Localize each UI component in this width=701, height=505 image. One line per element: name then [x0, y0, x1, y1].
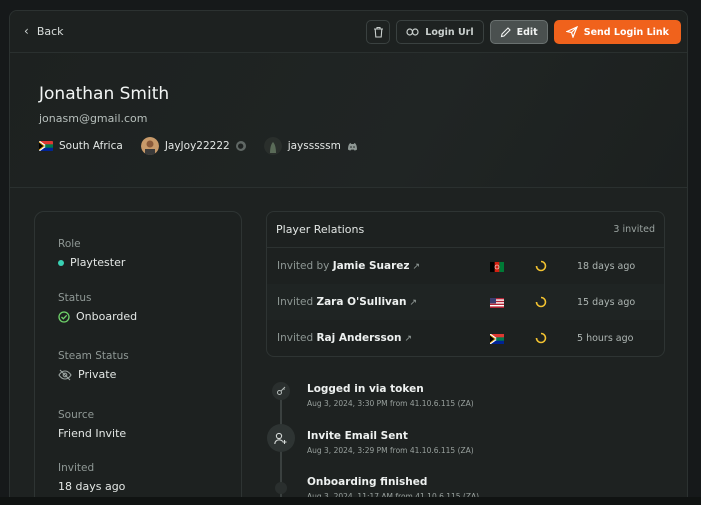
invited-value: 18 days ago — [58, 480, 126, 493]
steam-name: JayJoy22222 — [164, 140, 230, 152]
loading-spinner-icon — [535, 296, 547, 308]
back-label: Back — [36, 24, 64, 38]
role-field: Role Playtester — [58, 238, 125, 269]
relation-text: Invited Zara O'Sullivan ↗ — [277, 296, 417, 308]
source-field: Source Friend Invite — [58, 409, 126, 440]
south-africa-flag-icon — [39, 141, 53, 151]
user-plus-icon — [274, 432, 287, 444]
loading-spinner-icon — [535, 332, 547, 344]
send-login-link-button[interactable]: Send Login Link — [553, 20, 681, 44]
player-name: Jonathan Smith — [39, 84, 170, 104]
relations-count: 3 invited — [613, 224, 655, 235]
timeline-subtitle: Aug 3, 2024, 3:30 PM from 41.10.6.115 (Z… — [307, 399, 474, 408]
relation-row[interactable]: Invited Zara O'Sullivan ↗ 15 days ago — [267, 284, 664, 320]
discord-avatar — [263, 137, 282, 155]
country-name: South Africa — [59, 140, 123, 152]
bottom-edge — [0, 497, 701, 505]
invited-label: Invited — [58, 462, 95, 474]
profile-meta: South Africa JayJoy22222 ● jaysssssm — [39, 137, 376, 155]
trash-icon — [373, 26, 383, 38]
check-circle-icon — [58, 310, 70, 323]
discord-account[interactable]: jaysssssm — [263, 137, 358, 155]
back-button[interactable]: ‹ Back — [24, 24, 64, 38]
invited-field: Invited 18 days ago — [58, 462, 125, 493]
timeline-title: Invite Email Sent — [307, 430, 408, 442]
player-relations-card: Player Relations 3 invited Invited by Ja… — [266, 211, 665, 357]
relation-text: Invited by Jamie Suarez ↗ — [277, 260, 420, 272]
timeline-title: Logged in via token — [307, 383, 424, 395]
relation-time: 5 hours ago — [577, 333, 634, 344]
send-icon — [565, 26, 578, 38]
role-dot-icon — [58, 259, 64, 266]
relation-text: Invited Raj Andersson ↗ — [277, 332, 412, 344]
relation-prefix: Invited — [277, 296, 314, 308]
external-link-icon: ↗ — [404, 334, 413, 344]
relation-time: 15 days ago — [577, 297, 636, 308]
status-field: Status Onboarded — [58, 292, 137, 323]
discord-name: jaysssssm — [287, 140, 341, 152]
steam-status-value-row: Private — [58, 368, 129, 381]
relations-header: Player Relations 3 invited — [267, 212, 664, 248]
relation-row[interactable]: Invited Raj Andersson ↗ 5 hours ago — [267, 320, 664, 356]
relation-player-link[interactable]: Zara O'Sullivan — [316, 296, 406, 308]
login-url-label: Login Url — [425, 26, 474, 38]
relation-player-link[interactable]: Raj Andersson — [316, 332, 401, 344]
external-link-icon: ↗ — [409, 298, 418, 308]
eye-off-icon — [58, 369, 72, 380]
status-label: Status — [58, 292, 92, 304]
discord-icon — [347, 142, 357, 150]
profile-header: Jonathan Smith jonasm@gmail.com South Af… — [10, 53, 687, 188]
role-value-row: Playtester — [58, 256, 125, 269]
chevron-left-icon: ‹ — [24, 24, 29, 38]
source-value: Friend Invite — [58, 427, 127, 440]
relation-prefix: Invited — [277, 332, 314, 344]
steam-account[interactable]: JayJoy22222 ● — [140, 137, 246, 155]
steam-status-field: Steam Status Private — [58, 350, 129, 381]
loading-spinner-icon — [535, 260, 547, 272]
status-value: Onboarded — [76, 310, 138, 323]
status-value-row: Onboarded — [58, 310, 137, 323]
login-url-button[interactable]: Login Url — [396, 20, 484, 44]
south-africa-flag-icon — [490, 334, 504, 344]
relations-title: Player Relations — [276, 223, 365, 236]
relation-time: 18 days ago — [577, 261, 636, 272]
external-link-icon: ↗ — [412, 262, 421, 272]
pencil-icon — [500, 26, 511, 37]
activity-timeline: Logged in via token Aug 3, 2024, 3:30 PM… — [266, 377, 665, 504]
delete-button[interactable] — [366, 20, 391, 44]
edit-button[interactable]: Edit — [489, 20, 548, 44]
player-email: jonasm@gmail.com — [39, 112, 148, 125]
link-icon — [406, 28, 419, 36]
steam-status-label: Steam Status — [58, 350, 129, 362]
relations-list: Invited by Jamie Suarez ↗ 18 days ago Inv… — [267, 248, 664, 356]
timeline-node — [272, 382, 290, 400]
country: South Africa — [39, 140, 123, 152]
timeline-title: Onboarding finished — [307, 476, 428, 488]
source-label: Source — [58, 409, 95, 421]
player-details-card: Role Playtester Status Onboarded Steam S… — [34, 211, 242, 504]
role-label: Role — [58, 238, 81, 250]
send-login-link-label: Send Login Link — [583, 26, 669, 38]
steam-avatar — [140, 137, 159, 155]
topbar-actions: Login Url Edit Send Login Link — [366, 20, 681, 44]
relation-row[interactable]: Invited by Jamie Suarez ↗ 18 days ago — [267, 248, 664, 284]
relation-player-link[interactable]: Jamie Suarez — [333, 260, 410, 272]
topbar: ‹ Back Login Url Edit Send Login Link — [10, 11, 687, 53]
steam-status-value: Private — [78, 368, 117, 381]
timeline-subtitle: Aug 3, 2024, 3:29 PM from 41.10.6.115 (Z… — [307, 446, 474, 455]
edit-label: Edit — [516, 26, 538, 38]
role-value: Playtester — [70, 256, 126, 269]
usa-flag-icon — [490, 298, 504, 308]
steam-icon: ● — [235, 141, 246, 151]
afghanistan-flag-icon — [490, 262, 504, 272]
timeline-node — [267, 424, 295, 452]
relation-prefix: Invited by — [277, 260, 330, 272]
key-icon — [277, 386, 286, 395]
timeline-node — [275, 482, 287, 494]
player-detail-window: ‹ Back Login Url Edit Send Login Link Jo… — [9, 10, 688, 505]
